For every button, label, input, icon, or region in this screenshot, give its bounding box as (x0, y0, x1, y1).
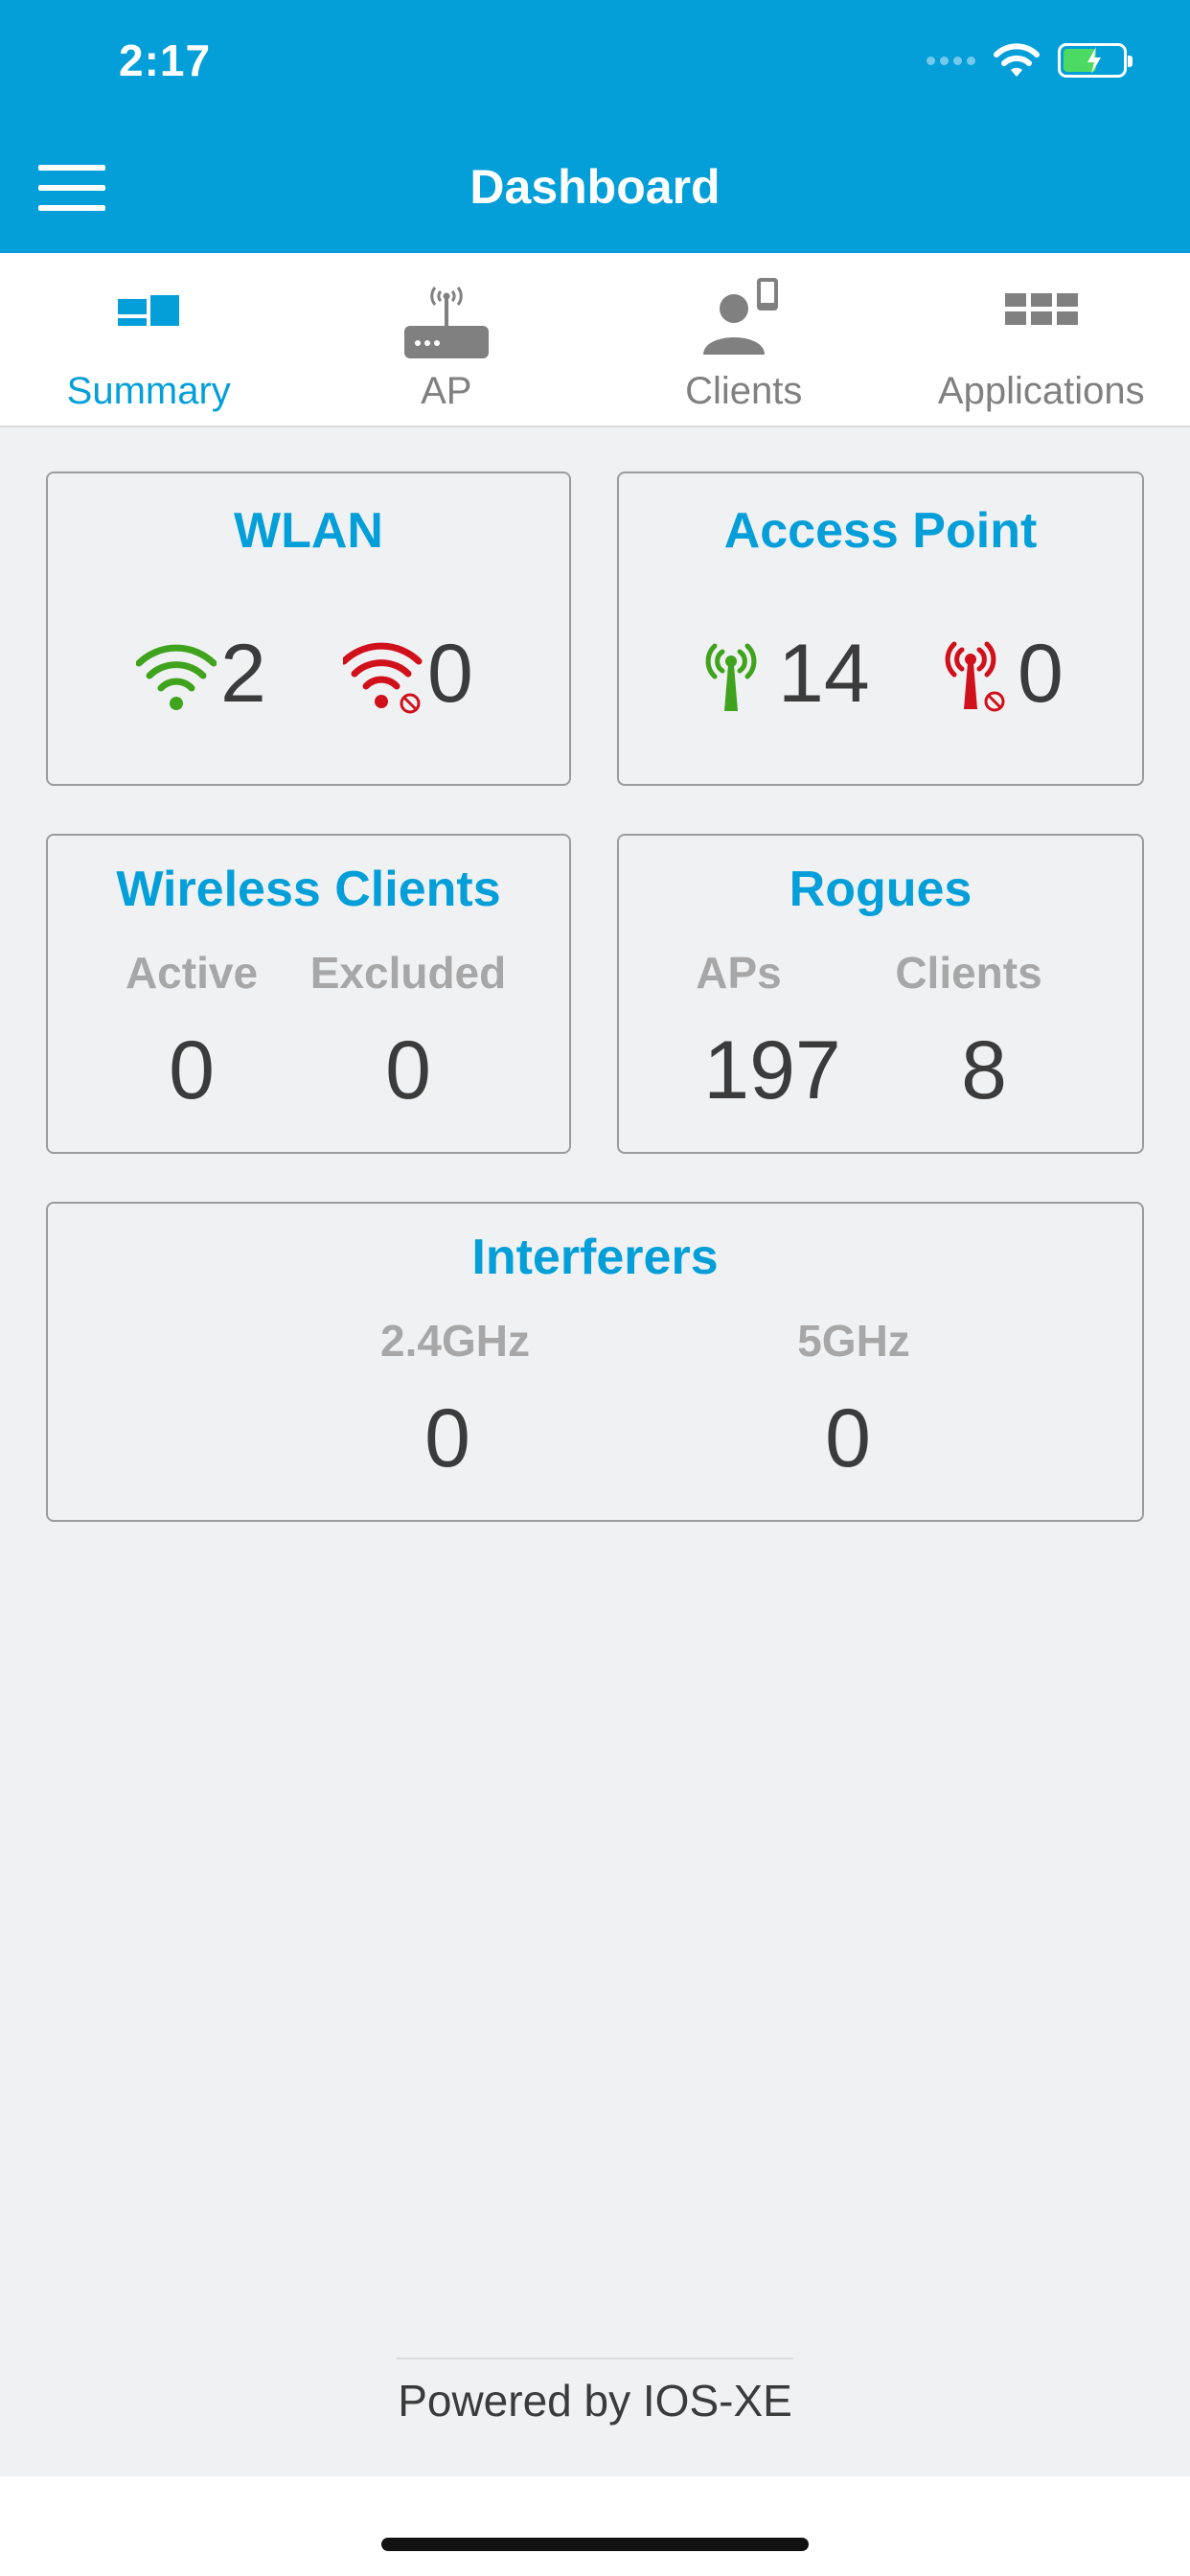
card-title: Rogues (789, 862, 973, 917)
wifi-up-icon (136, 644, 217, 710)
rogue-aps-label: APs (696, 948, 782, 998)
wlan-down-count: 0 (427, 628, 473, 720)
tab-clients[interactable]: Clients (595, 253, 893, 426)
ap-up-count: 14 (778, 628, 870, 720)
card-title: Wireless Clients (116, 862, 501, 917)
card-title: WLAN (234, 503, 383, 559)
active-count: 0 (169, 1024, 215, 1116)
bottom-safe-area (0, 2476, 1190, 2576)
ap-down-icon (945, 641, 1005, 712)
rogue-clients-count: 8 (961, 1024, 1007, 1116)
access-point-card[interactable]: Access Point 14 0 (617, 472, 1144, 786)
ap-up-icon (705, 643, 757, 711)
tab-label: Clients (685, 370, 803, 412)
footer-powered-by: Powered by IOS-XE (398, 2376, 792, 2426)
wlan-up-count: 2 (220, 628, 266, 720)
card-title: Interferers (471, 1230, 719, 1285)
tab-label: Summary (66, 370, 231, 412)
tab-bar: Summary AP Clients Applications (0, 253, 1190, 427)
active-label: Active (125, 948, 259, 998)
wlan-card[interactable]: WLAN 2 0 (46, 472, 571, 786)
interferers-card[interactable]: Interferers 2.4GHz 5GHz 0 0 (46, 1202, 1144, 1522)
status-icons (927, 42, 1133, 79)
tab-label: Applications (937, 370, 1145, 412)
interferers-24ghz-count: 0 (424, 1392, 470, 1484)
interferers-5ghz-count: 0 (825, 1392, 871, 1484)
page-title: Dashboard (469, 160, 721, 214)
battery-icon (1058, 43, 1133, 78)
cellular-signal-icon (927, 56, 975, 65)
interferers-5ghz-label: 5GHz (797, 1316, 910, 1366)
access-point-icon (403, 287, 489, 358)
excluded-count: 0 (385, 1024, 431, 1116)
app-header: 2:17 Dashboard (0, 0, 1190, 253)
home-indicator[interactable] (381, 2538, 809, 2551)
wifi-down-icon (343, 642, 423, 714)
ap-down-count: 0 (1018, 628, 1064, 720)
card-title: Access Point (723, 503, 1038, 559)
rogue-aps-count: 197 (703, 1024, 841, 1116)
tab-applications[interactable]: Applications (893, 253, 1190, 426)
wifi-icon (994, 43, 1040, 77)
excluded-label: Excluded (309, 948, 507, 998)
tab-ap[interactable]: AP (298, 253, 596, 426)
grid-icon (1004, 293, 1078, 325)
client-icon (703, 278, 779, 355)
rogues-card[interactable]: Rogues APs Clients 197 8 (617, 834, 1144, 1154)
wireless-clients-card[interactable]: Wireless Clients Active Excluded 0 0 (46, 834, 571, 1154)
tab-label: AP (421, 370, 472, 412)
status-time: 2:17 (119, 35, 212, 85)
rogue-clients-label: Clients (895, 948, 1042, 998)
interferers-24ghz-label: 2.4GHz (380, 1316, 530, 1366)
summary-icon (118, 295, 180, 326)
tab-summary[interactable]: Summary (0, 253, 298, 426)
footer-divider (397, 2358, 793, 2359)
